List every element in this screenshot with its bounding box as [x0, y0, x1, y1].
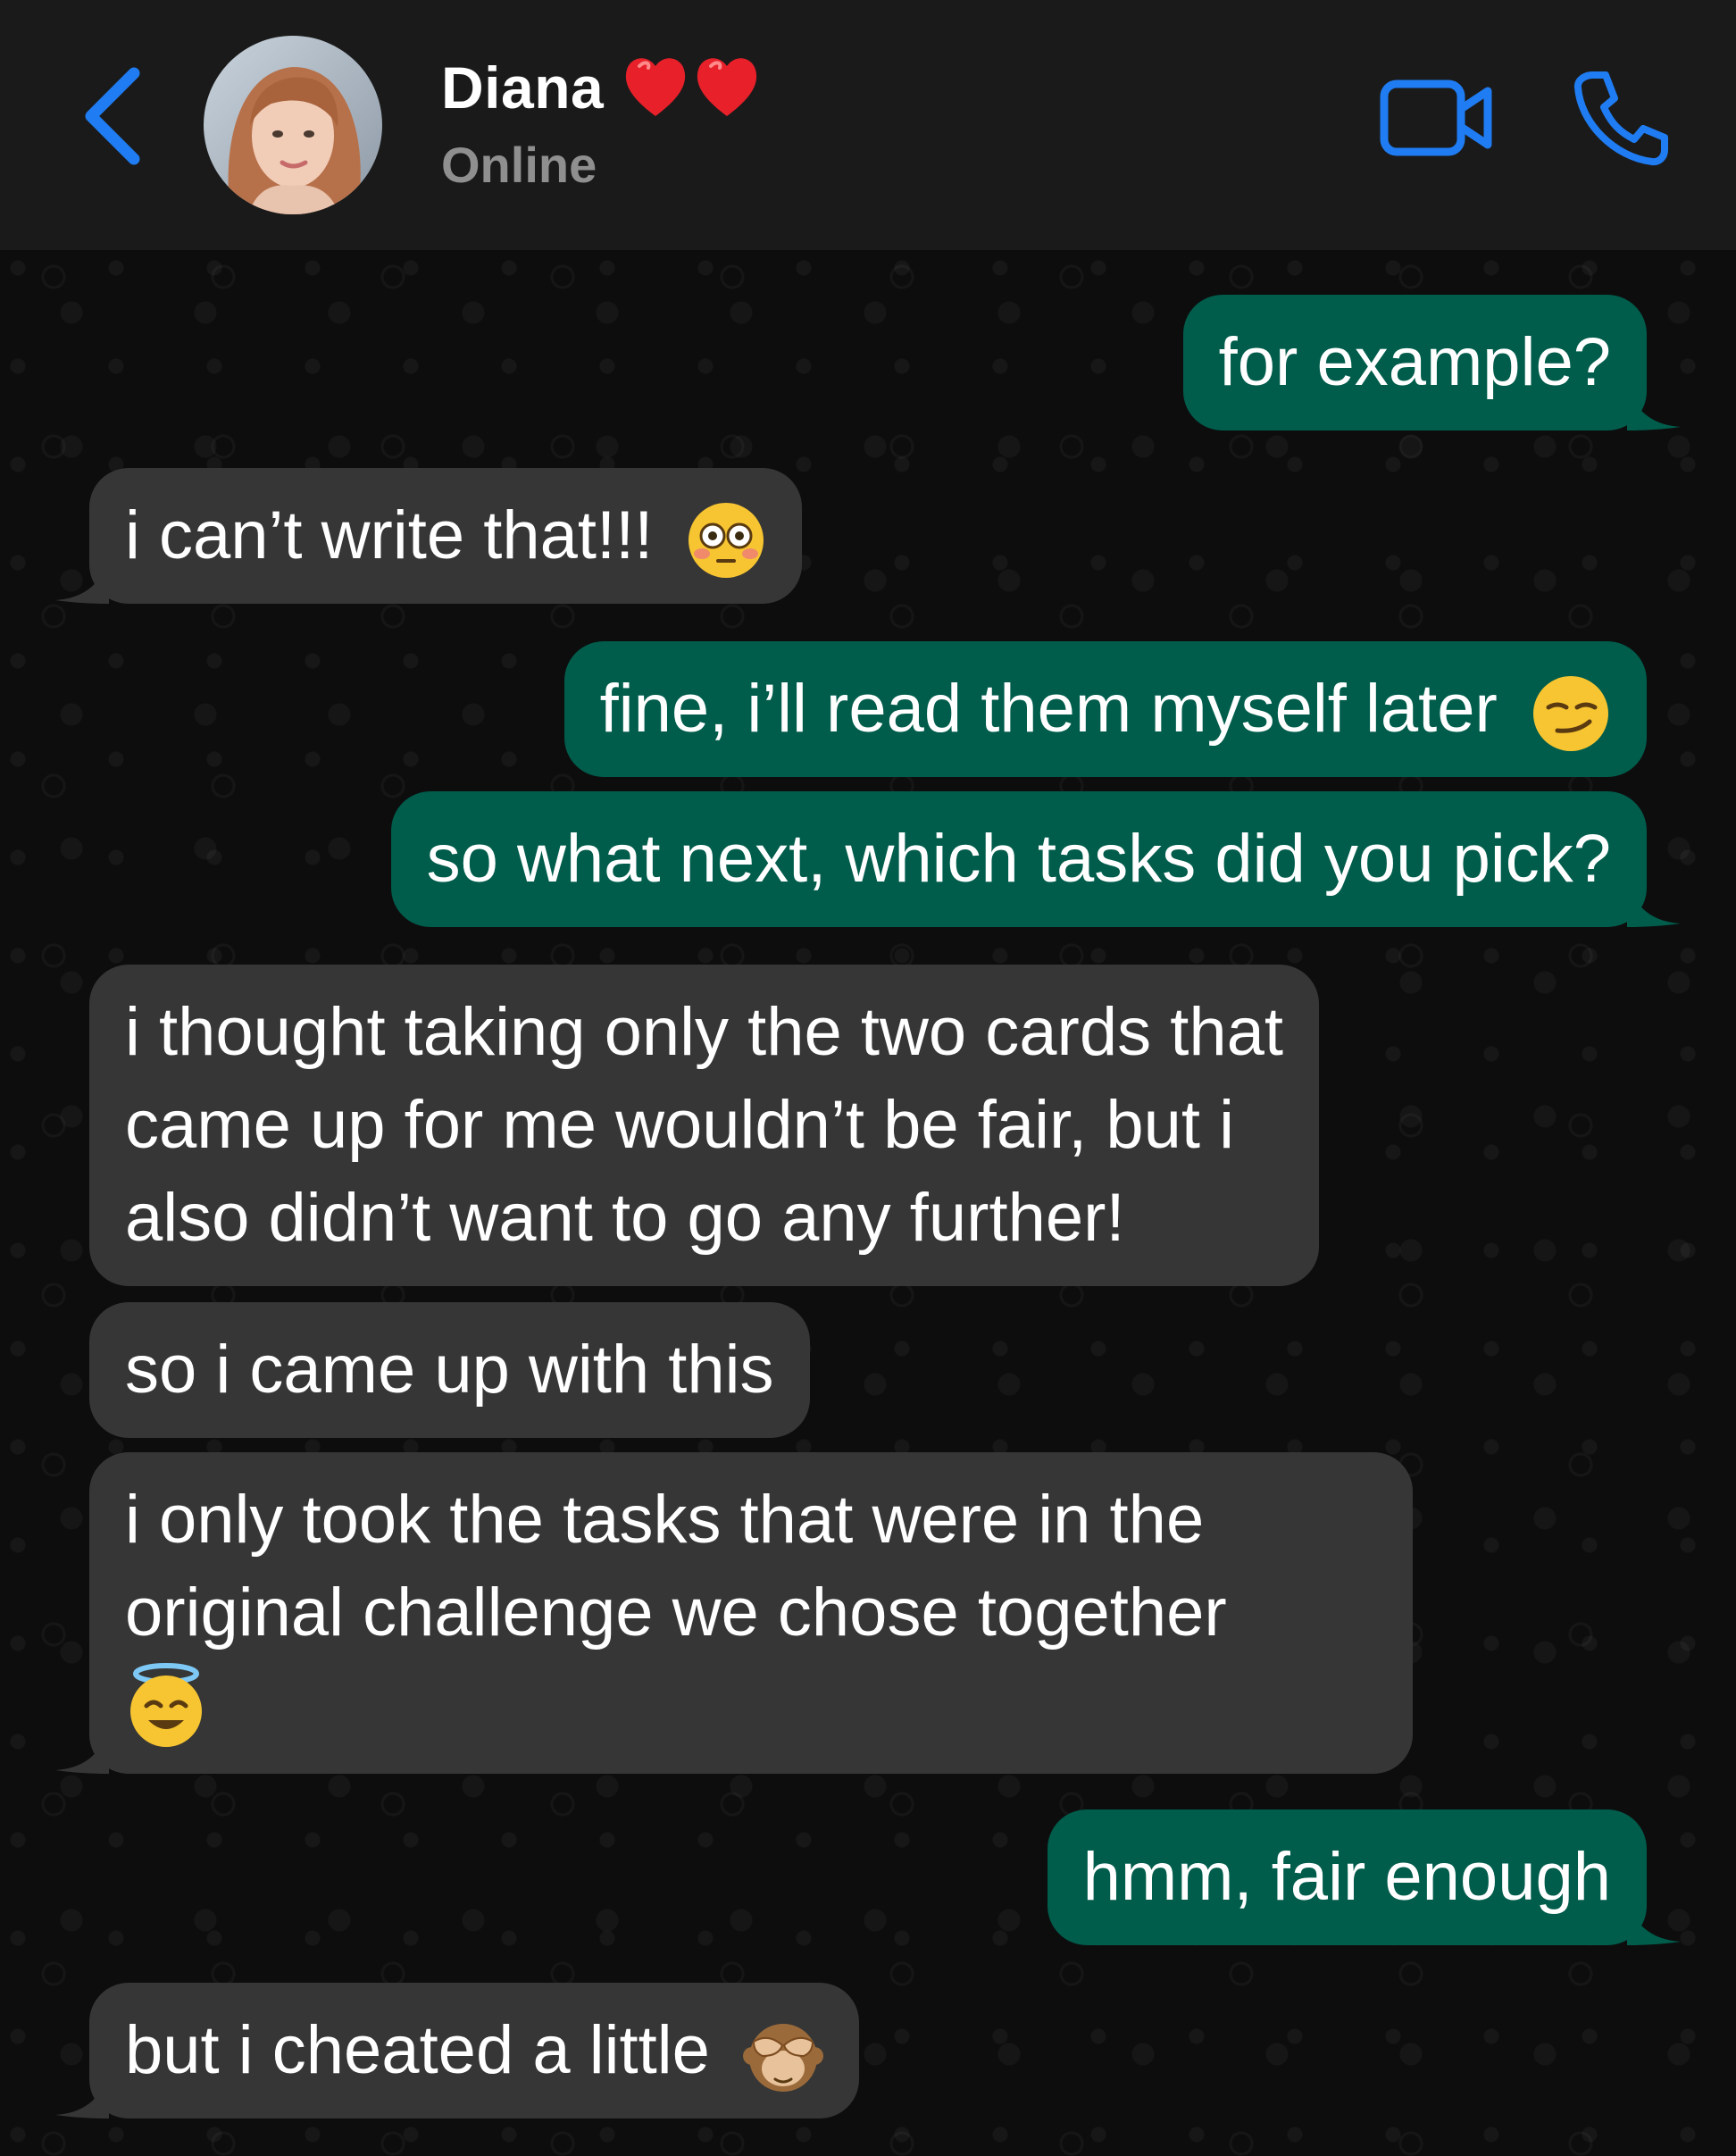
smirking-face-icon [1533, 675, 1608, 751]
message-incoming[interactable]: i thought taking only the two cards that… [89, 965, 1320, 1286]
message-text: i can’t write that!!! [125, 497, 654, 573]
message-outgoing[interactable]: for example? [1182, 295, 1681, 430]
phone-icon [1573, 71, 1668, 166]
contact-status: Online [441, 137, 597, 193]
message-text: for example? [1218, 324, 1611, 400]
flushed-face-icon [689, 502, 764, 578]
chat-header: Diana Online [0, 0, 1736, 250]
message-incoming[interactable]: i only took the tasks that were in the o… [55, 1452, 1413, 1774]
bubble-tail [1627, 1901, 1681, 1945]
contact-name[interactable]: Diana [441, 52, 764, 123]
voice-call-button[interactable] [1572, 68, 1672, 168]
message-outgoing[interactable]: so what next, which tasks did you pick? [390, 791, 1681, 927]
contact-avatar[interactable] [204, 36, 382, 214]
message-line: original challenge we chose together [125, 1575, 1227, 1650]
contact-name-text: Diana [441, 54, 605, 121]
see-no-evil-monkey-icon [743, 2023, 823, 2092]
message-line: came up for me wouldn’t be fair, but i [125, 1087, 1234, 1163]
message-list[interactable]: for example? i can’t write that!!! fine,… [0, 250, 1736, 2156]
bubble-tail [55, 559, 109, 604]
message-outgoing[interactable]: fine, i’ll read them myself later [563, 641, 1647, 777]
bubble-tail [55, 2074, 109, 2118]
bubble-tail [55, 1729, 109, 1774]
message-text: hmm, fair enough [1082, 1839, 1611, 1915]
message-incoming[interactable]: but i cheated a little [55, 1983, 859, 2118]
message-text: but i cheated a little [125, 2012, 710, 2088]
chevron-left-icon [85, 67, 140, 165]
avatar-photo [204, 36, 382, 214]
smiling-face-with-halo-icon [130, 1663, 202, 1747]
message-outgoing[interactable]: hmm, fair enough [1047, 1809, 1681, 1945]
message-text: fine, i’ll read them myself later [599, 671, 1498, 747]
bubble-tail [1627, 882, 1681, 927]
message-incoming[interactable]: i can’t write that!!! [55, 468, 803, 604]
bubble-tail [1627, 386, 1681, 430]
message-text: so what next, which tasks did you pick? [426, 821, 1611, 897]
message-line: i thought taking only the two cards that [125, 994, 1284, 1070]
hearts-icon [626, 58, 757, 116]
message-incoming[interactable]: so i came up with this [89, 1302, 810, 1438]
message-line: i only took the tasks that were in the [125, 1482, 1205, 1558]
video-camera-icon [1380, 79, 1492, 156]
back-button[interactable] [79, 63, 150, 170]
video-call-button[interactable] [1379, 73, 1497, 163]
message-line: also didn’t want to go any further! [125, 1180, 1125, 1256]
message-text: so i came up with this [125, 1332, 774, 1408]
